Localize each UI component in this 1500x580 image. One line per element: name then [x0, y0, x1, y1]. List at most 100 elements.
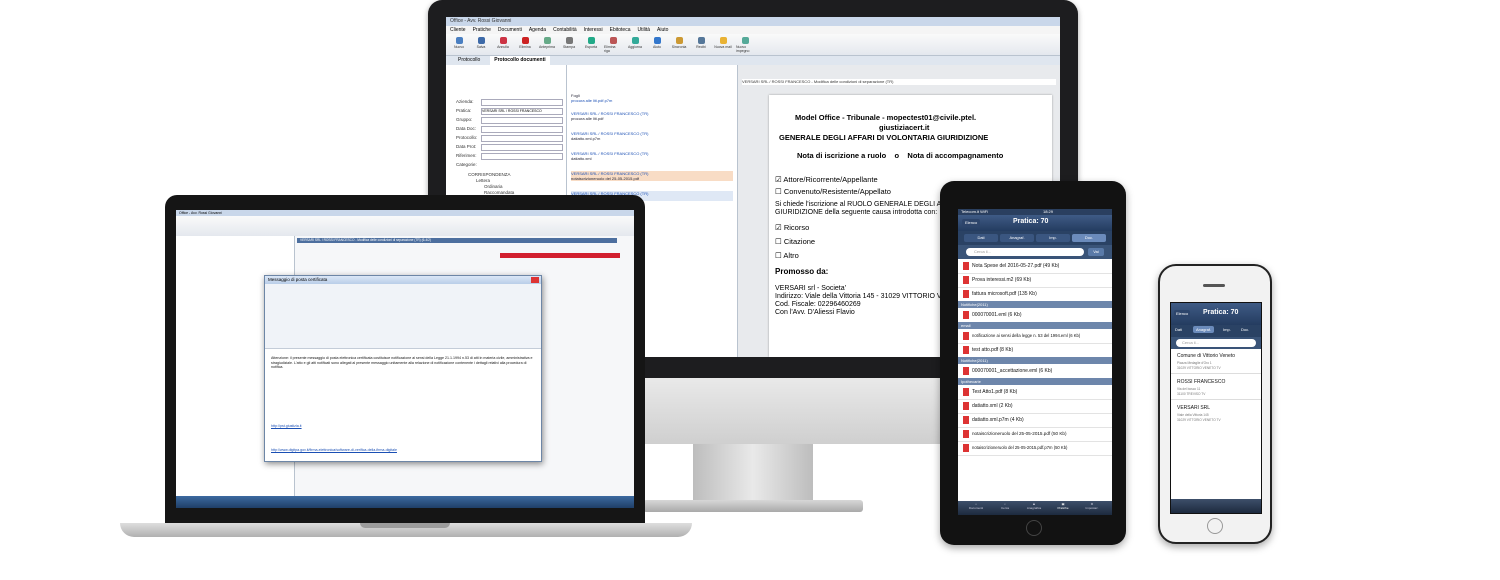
- message-link[interactable]: http://pst.giustizia.it: [271, 424, 533, 429]
- contact-name[interactable]: VERSARI SRL: [1177, 405, 1210, 411]
- toolbar-button[interactable]: Aiuto: [648, 34, 666, 54]
- message-body: Attenzione: il presente messaggio di pos…: [271, 356, 533, 370]
- tab-anagrafica[interactable]: ♟ Anagrafica: [1020, 502, 1048, 510]
- toolbar-button[interactable]: Esporta: [582, 34, 600, 54]
- tab-cerca[interactable]: ⌕ Cerca: [991, 502, 1019, 510]
- list-item[interactable]: 000070001_accettazione.eml (6 Kb): [958, 364, 1112, 379]
- back-button[interactable]: Elenco: [1174, 310, 1191, 318]
- azienda-field[interactable]: [481, 99, 563, 106]
- pdf-icon: [963, 367, 969, 375]
- toolbar-button[interactable]: Anteprima: [538, 34, 556, 54]
- segment-dati[interactable]: Dati: [964, 234, 998, 242]
- taskbar: [176, 496, 634, 508]
- menu-item[interactable]: Interessi: [584, 26, 603, 34]
- list-item[interactable]: Fogli procura alle liti.pdf.p7m: [571, 93, 733, 103]
- doc-checkbox: ☐ Citazione: [775, 237, 816, 246]
- menu-item[interactable]: Aiuto: [657, 26, 668, 34]
- sync-icon: [675, 37, 683, 44]
- data-doc-field[interactable]: [481, 126, 563, 133]
- list-item[interactable]: fattura microsoft.pdf (135 Kb): [958, 287, 1112, 302]
- contact-city: 31029 VITTORIO VENETO TV: [1177, 418, 1221, 422]
- toolbar-button[interactable]: Recibi: [692, 34, 710, 54]
- list-item[interactable]: Nota Spese del 2016-05-27.pdf (49 Kb): [958, 259, 1112, 274]
- tab-documenti[interactable]: ⌂ Documenti: [962, 502, 990, 510]
- menu-item[interactable]: Cliente: [450, 26, 466, 34]
- contact-address: Viale della Vittoria 145: [1177, 413, 1209, 417]
- tree-item[interactable]: Lettera: [476, 178, 490, 183]
- list-item[interactable]: 000070001.eml (6 Kb): [958, 308, 1112, 323]
- segment-dati[interactable]: Dati: [1175, 327, 1182, 332]
- toolbar-button[interactable]: Nuova mail: [714, 34, 732, 54]
- field-label: Riferimen:: [456, 153, 477, 158]
- mail-icon: [719, 37, 727, 44]
- toolbar-button[interactable]: Elimina riga: [604, 34, 622, 54]
- contact-name[interactable]: Comune di Vittorio Veneto: [1177, 353, 1235, 359]
- list-item[interactable]: VERSARI SRL / ROSSI FRANCESCO (TR)notais…: [571, 171, 733, 181]
- list-item[interactable]: notaiscrizioneruolo del 25-05-2015.pdf (…: [958, 427, 1112, 442]
- toolbar-button[interactable]: Elimina: [516, 34, 534, 54]
- protocollo-field[interactable]: [481, 135, 563, 142]
- contact-address: Via del bosco 11: [1177, 387, 1201, 391]
- doc-line: Indirizzo: Viale della Vittoria 145 - 31…: [775, 293, 947, 300]
- viewer-header: VERSARI SRL / ROSSI FRANCESCO - Modifica…: [742, 79, 1056, 85]
- message-link[interactable]: http://www.digitpa.gov.it/firma-elettron…: [271, 448, 533, 453]
- toolbar-button[interactable]: Sincronia: [670, 34, 688, 54]
- segment-impegni[interactable]: Imp.: [1223, 327, 1231, 332]
- list-item[interactable]: datiatto.xml (2 Kb): [958, 399, 1112, 414]
- toolbar-button[interactable]: Aggiorna: [626, 34, 644, 54]
- home-button[interactable]: [1026, 520, 1042, 536]
- list-item[interactable]: datiatto.xml.p7m (4 Kb): [958, 413, 1112, 428]
- pratica-field[interactable]: VERSARI SRL / ROSSI FRANCESCO: [481, 108, 563, 115]
- tree-item[interactable]: CORRISPONDENZA: [468, 172, 511, 177]
- menu-item[interactable]: Pratiche: [473, 26, 491, 34]
- pdf-icon: [963, 430, 969, 438]
- list-item[interactable]: notificazione ai sensi della legge n. 53…: [958, 329, 1112, 344]
- pdf-icon: [963, 388, 969, 396]
- tab-impostazioni[interactable]: ⚙ Impostaz.: [1078, 502, 1106, 510]
- tab-protocollo-documenti[interactable]: Protocollo documenti: [490, 56, 550, 65]
- search-input[interactable]: Cerca il...: [966, 248, 1084, 256]
- tree-item[interactable]: Ordinaria: [484, 184, 503, 189]
- segment-documenti[interactable]: Doc.: [1072, 234, 1106, 242]
- list-item[interactable]: notaiscrizioneruolo del 25-05-2015.pdf.p…: [958, 441, 1112, 456]
- list-item[interactable]: VERSARI SRL / ROSSI FRANCESCO (TR) datiat…: [571, 131, 733, 141]
- list-item[interactable]: VERSARI SRL / ROSSI FRANCESCO (TR) datiat…: [571, 151, 733, 161]
- tablet: Telecom.it WiFi 18:29 Elenco Pratica: 70 …: [940, 181, 1126, 545]
- search-button[interactable]: Vai: [1088, 248, 1104, 256]
- menu-item[interactable]: Utilità: [637, 26, 650, 34]
- data-prot-field[interactable]: [481, 144, 563, 151]
- segmented-control: Dati Anagraf. Imp. Doc.: [958, 231, 1112, 245]
- search-input[interactable]: Cerca il...: [1176, 339, 1256, 347]
- gruppo-field[interactable]: [481, 117, 563, 124]
- menu-item[interactable]: Agenda: [529, 26, 546, 34]
- tab-pratiche[interactable]: ▣ Pratiche: [1049, 502, 1077, 510]
- toolbar-button[interactable]: Annulla: [494, 34, 512, 54]
- segment-impegni[interactable]: Imp.: [1036, 234, 1070, 242]
- section-header: Notifiche(2011): [958, 301, 1112, 308]
- contact-name[interactable]: ROSSI FRANCESCO: [1177, 379, 1225, 385]
- segment-anagrafica[interactable]: Anagraf.: [1193, 326, 1215, 333]
- segment-documenti[interactable]: Doc.: [1241, 327, 1249, 332]
- segmented-control: Dati Anagraf. Imp. Doc.: [1171, 325, 1261, 337]
- list-item[interactable]: Test Atto1.pdf (8 Kb): [958, 385, 1112, 400]
- toolbar-button[interactable]: Nuovo: [450, 34, 468, 54]
- menu-item[interactable]: Documenti: [498, 26, 522, 34]
- menu-item[interactable]: Contabilità: [553, 26, 577, 34]
- close-icon[interactable]: [531, 277, 539, 283]
- home-button[interactable]: [1207, 518, 1223, 534]
- list-item[interactable]: test atto.pdf (8 Kb): [958, 343, 1112, 358]
- menu-item[interactable]: Ebitoteca: [610, 26, 631, 34]
- toolbar-button[interactable]: Nuovo impegno: [736, 34, 754, 54]
- back-button[interactable]: Elenco: [962, 219, 981, 227]
- doc-checkbox: ☐ Convenuto/Resistente/Appellato: [775, 187, 891, 196]
- list-item[interactable]: Prova interessi.m2 (69 Kb): [958, 273, 1112, 288]
- toolbar-button[interactable]: Stampa: [560, 34, 578, 54]
- toolbar-button[interactable]: Salva: [472, 34, 490, 54]
- riferimenti-field[interactable]: [481, 153, 563, 160]
- list-item[interactable]: VERSARI SRL / ROSSI FRANCESCO (TR) procur…: [571, 111, 733, 121]
- preview-icon: [543, 37, 551, 44]
- segment-anagrafica[interactable]: Anagraf.: [1000, 234, 1034, 242]
- tab-protocollo[interactable]: Protocollo: [458, 56, 480, 65]
- field-label: Gruppo:: [456, 117, 473, 122]
- doc-checkbox: ☑ Ricorso: [775, 223, 810, 232]
